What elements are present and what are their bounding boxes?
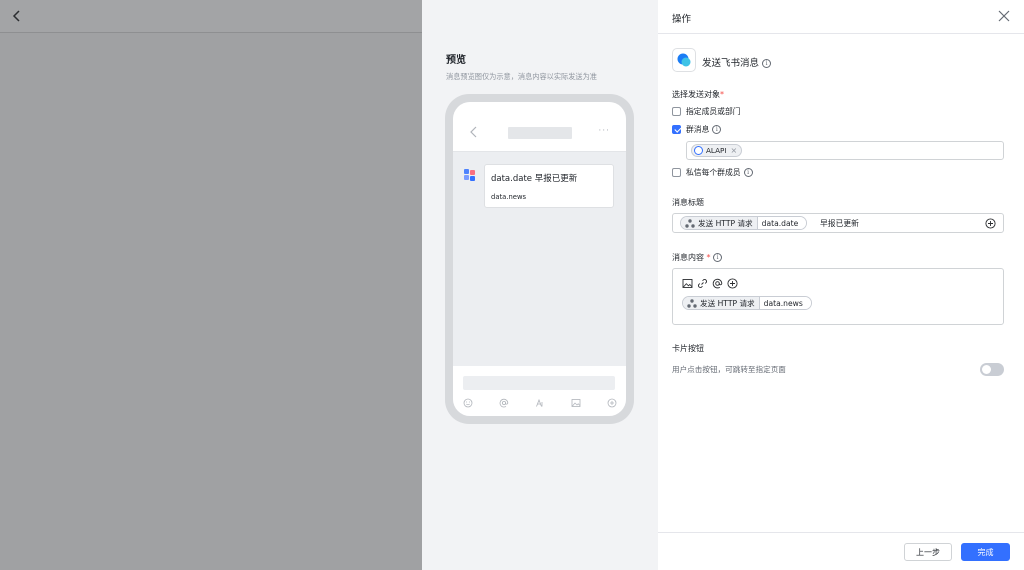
panel-title: 操作 [672,14,692,25]
required-mark: * [720,90,724,99]
variable-value: data.date [757,217,807,229]
remove-tag-icon[interactable]: × [730,146,737,155]
variable-chip[interactable]: 发送 HTTP 请求 data.date [680,216,808,230]
panel-header: 操作 [658,0,1024,34]
message-content-label-text: 消息内容 [672,253,704,262]
phone-mockup: ··· data.date 早报已更新 data.news [445,94,634,424]
message-content-label: 消息内容 * i [672,252,723,263]
editor-toolbar [682,278,738,289]
more-icon: ··· [598,126,610,136]
font-style-icon [536,398,543,407]
variable-source-text: 发送 HTTP 请求 [698,218,753,228]
checkbox-checked[interactable] [672,124,681,134]
variable-source-text: 发送 HTTP 请求 [700,298,755,308]
checkbox[interactable] [672,106,681,116]
info-icon[interactable]: i [713,253,723,262]
message-title-input[interactable]: 发送 HTTP 请求 data.date 早报已更新 [672,213,1004,233]
lark-app-icon [672,48,696,72]
previous-step-button[interactable]: 上一步 [904,543,952,561]
card-button-label: 卡片按钮 [672,344,704,353]
chat-title-placeholder [508,127,572,139]
action-name: 发送飞书消息 i [702,55,772,69]
message-content-editor[interactable]: 发送 HTTP 请求 data.news [672,268,1004,325]
dimmed-top-bar [0,0,422,33]
info-icon[interactable]: i [743,167,753,177]
panel-footer: 上一步 完成 [658,532,1024,570]
group-tag-label: ALAPI [706,146,727,155]
recipient-option-group[interactable]: 群消息 i [672,123,722,135]
required-mark: * [706,253,711,262]
chat-header: ··· [453,102,626,152]
recipient-option-label: 群消息 [686,124,710,134]
chat-footer [453,366,626,416]
emoji-icon [463,398,473,408]
operation-panel: 操作 发送飞书消息 i 选择发送对象* 指定成员或部门 群消息 i ALAPI … [658,0,1024,570]
variable-value: data.news [759,297,811,309]
workflow-node-icon [687,298,697,308]
phone-screen: ··· data.date 早报已更新 data.news [453,102,626,416]
image-icon[interactable] [682,278,693,289]
card-button-hint: 用户点击按钮，可跳转至指定页面 [672,365,786,374]
plus-circle-icon [607,398,617,408]
info-icon[interactable]: i [762,59,772,68]
card-button-toggle[interactable] [980,363,1004,376]
preview-panel: 预览 消息预览图仅为示意，消息内容以实际发送为准 ··· data.date 早… [422,0,658,570]
recipients-label-text: 选择发送对象 [672,90,720,99]
chevron-left-icon [470,126,477,138]
insert-variable-icon[interactable] [985,218,996,229]
message-title-label: 消息标题 [672,198,704,207]
page-overlay [0,0,422,570]
message-card-preview: data.date 早报已更新 data.news [484,164,614,208]
preview-title: 预览 [446,55,466,66]
recipients-label: 选择发送对象* [672,89,724,100]
back-arrow-icon[interactable] [10,8,24,24]
variable-source: 发送 HTTP 请求 [683,297,760,309]
title-suffix-text: 早报已更新 [820,219,859,228]
done-button[interactable]: 完成 [961,543,1010,561]
close-icon[interactable] [998,10,1010,22]
recipient-option-members[interactable]: 指定成员或部门 [672,105,741,117]
recipient-option-label: 私信每个群成员 [686,167,741,177]
message-card-body: data.news [491,193,527,201]
chat-toolbar [463,397,617,409]
info-icon[interactable]: i [712,124,722,134]
preview-subtitle: 消息预览图仅为示意，消息内容以实际发送为准 [446,72,597,81]
group-avatar-icon [694,146,703,155]
chat-input-placeholder [463,376,615,390]
variable-chip[interactable]: 发送 HTTP 请求 data.news [682,296,812,310]
mention-icon [499,398,509,408]
bot-avatar-icon [464,169,475,181]
recipient-option-label: 指定成员或部门 [686,106,741,116]
group-tag[interactable]: ALAPI × [691,144,743,157]
checkbox[interactable] [672,167,681,177]
recipient-option-dm[interactable]: 私信每个群成员 i [672,166,753,178]
lark-bubble-icon [677,53,691,67]
mention-icon[interactable] [712,278,723,289]
group-selector[interactable]: ALAPI × [686,141,1004,160]
action-name-text: 发送飞书消息 [702,58,760,69]
message-card-title: data.date 早报已更新 [491,174,578,184]
variable-source: 发送 HTTP 请求 [681,217,758,229]
link-icon[interactable] [697,278,708,289]
plus-circle-icon[interactable] [727,278,738,289]
workflow-node-icon [685,218,695,228]
image-icon [571,399,581,407]
